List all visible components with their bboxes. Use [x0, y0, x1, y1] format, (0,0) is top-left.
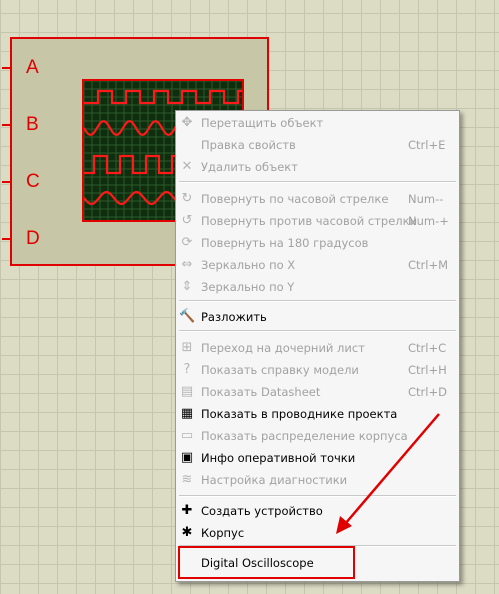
- annotation-arrow: [336, 413, 440, 534]
